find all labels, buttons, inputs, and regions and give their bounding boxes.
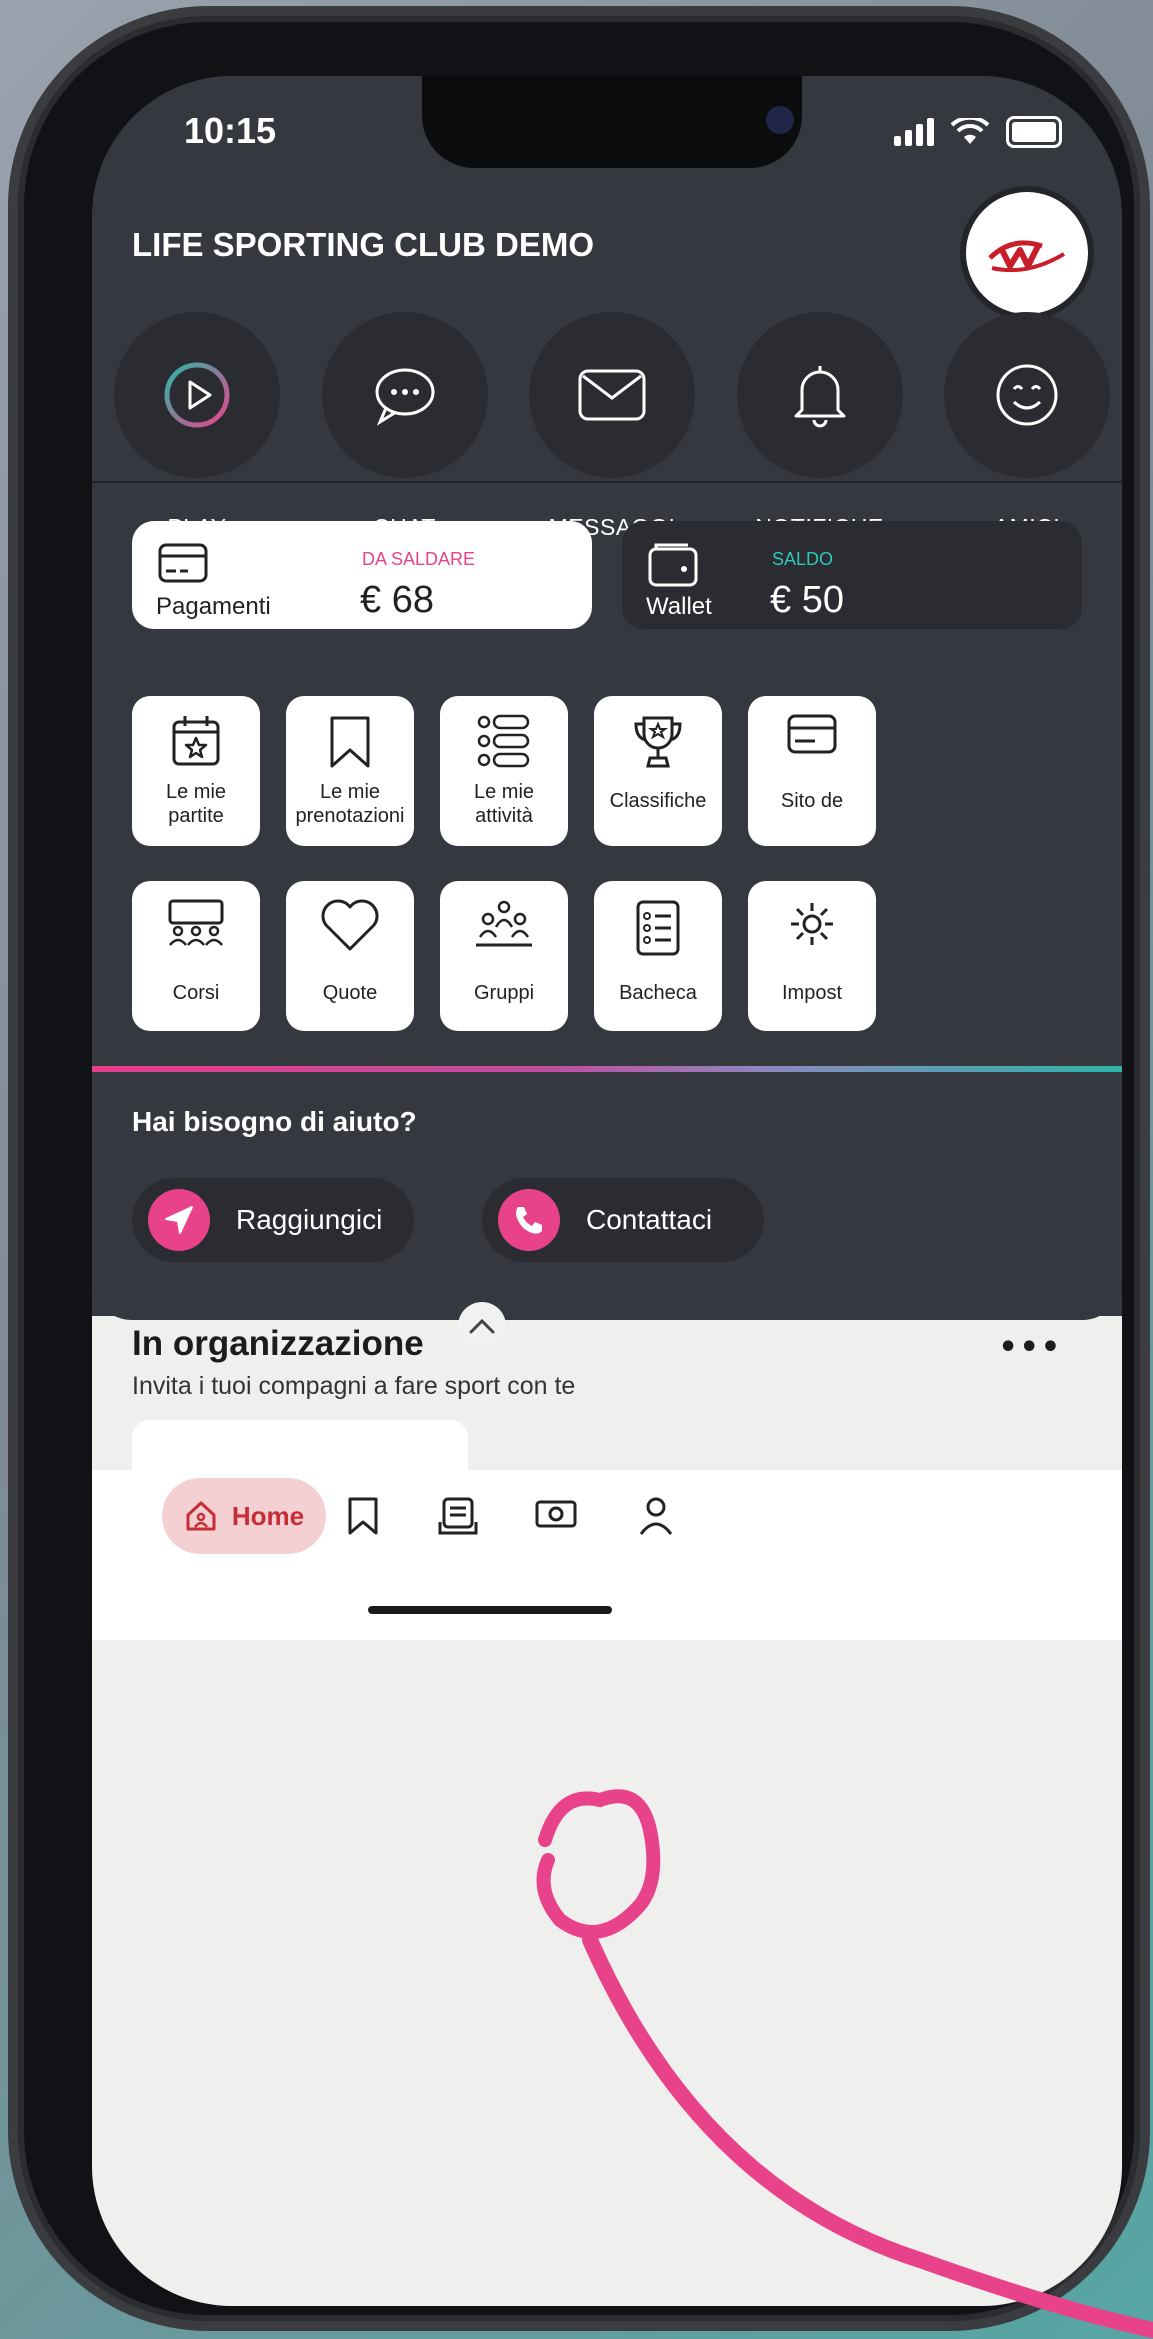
phone-frame: 10:15 LIFE SPORTING CLUB DEMO MESSAGGI P… (18, 16, 1140, 2321)
signal-icon (894, 118, 934, 146)
mail-icon (578, 369, 646, 421)
tile-rankings[interactable]: Classifiche (594, 696, 722, 846)
board-icon (636, 900, 680, 956)
tile-website-label: Sito de (780, 790, 844, 812)
group-icon (476, 900, 532, 947)
payments-amount: € 68 (360, 579, 434, 621)
navigation-arrow-icon (165, 1206, 193, 1234)
club-title: LIFE SPORTING CLUB DEMO (132, 226, 594, 263)
home-icon (186, 1501, 216, 1531)
chat-icon (375, 368, 434, 426)
tile-my-matches[interactable]: Le mie partite (132, 696, 260, 846)
calendar-star-icon (172, 716, 220, 766)
wallet-label: Wallet (646, 593, 712, 620)
header-divider (92, 481, 1122, 483)
card-icon (787, 714, 837, 754)
tiles-row-2: Corsi Quote Gruppi Bacheca Impost (132, 881, 1122, 1031)
payments-card[interactable]: Pagamenti DA SALDARE € 68 (132, 521, 592, 629)
nav-profile[interactable] (638, 1496, 674, 1540)
smile-icon (996, 364, 1058, 426)
bell-icon (794, 366, 845, 428)
status-icons (894, 116, 1062, 148)
tile-fees-label: Quote (322, 982, 378, 1004)
tiles-row-1: Le mie partite Le mie prenotazioni Le mi… (132, 696, 1122, 846)
wifi-icon (950, 118, 990, 144)
quick-messages[interactable]: MESSAGGI (527, 312, 697, 541)
payments-label: Pagamenti (156, 593, 271, 620)
tile-courses[interactable]: Corsi (132, 881, 260, 1031)
tile-groups[interactable]: Gruppi (440, 881, 568, 1031)
tile-website[interactable]: Sito de (748, 696, 876, 846)
section-title: In organizzazione (132, 1324, 424, 1363)
section-subtitle: Invita i tuoi compagni a fare sport con … (132, 1372, 576, 1400)
quick-play[interactable]: PLAY (112, 312, 282, 541)
cash-icon (535, 1500, 577, 1528)
home-indicator (368, 1606, 612, 1614)
more-options-button[interactable]: ••• (998, 1330, 1062, 1365)
nav-home[interactable]: Home (162, 1478, 326, 1554)
status-time: 10:15 (184, 110, 277, 151)
tile-my-activities-label: Le mie attività (473, 781, 535, 827)
quick-actions: PLAY CHAT M (112, 312, 1112, 541)
phone-icon (516, 1207, 542, 1234)
tile-my-activities[interactable]: Le mie attività (440, 696, 568, 846)
tile-fees[interactable]: Quote (286, 881, 414, 1031)
quick-notifications[interactable]: NOTIFICHE (735, 312, 905, 541)
tile-board[interactable]: Bacheca (594, 881, 722, 1031)
wallet-card[interactable]: Wallet SALDO € 50 (622, 521, 1082, 629)
tile-settings-label: Impost (781, 982, 843, 1004)
settings-icon (791, 903, 833, 945)
heart-icon (321, 899, 379, 951)
quick-chat[interactable]: CHAT (320, 312, 490, 541)
trophy-icon (634, 716, 682, 768)
club-logo[interactable] (960, 186, 1094, 320)
directions-label: Raggiungici (236, 1204, 383, 1235)
play-icon (164, 362, 230, 428)
bookmark-icon (330, 716, 370, 768)
user-icon (639, 1497, 673, 1535)
collapse-button[interactable] (458, 1302, 506, 1350)
tile-settings[interactable]: Impost (748, 881, 876, 1031)
contact-label: Contattaci (586, 1204, 713, 1235)
class-icon (168, 899, 224, 946)
help-title: Hai bisogno di aiuto? (132, 1106, 417, 1137)
tile-my-bookings[interactable]: Le mie prenotazioni (286, 696, 414, 846)
wallet-tag: SALDO (772, 549, 834, 569)
wallet-amount: € 50 (770, 579, 844, 621)
app-screen: 10:15 LIFE SPORTING CLUB DEMO MESSAGGI P… (92, 76, 1122, 2306)
credit-card-icon (158, 543, 208, 583)
tile-rankings-label: Classifiche (609, 790, 707, 812)
bookmark-icon (348, 1497, 378, 1535)
directions-button[interactable]: Raggiungici (132, 1178, 414, 1262)
wallet-icon (648, 543, 698, 587)
club-logo-icon (988, 240, 1066, 273)
accent-divider (92, 1066, 1122, 1072)
front-camera (766, 106, 794, 134)
nav-home-label: Home (231, 1500, 305, 1531)
tile-groups-label: Gruppi (473, 982, 535, 1004)
notch (422, 76, 802, 168)
payments-tag: DA SALDARE (362, 549, 476, 569)
battery-icon (1006, 116, 1062, 148)
list-icon (477, 714, 530, 768)
chevron-up-icon (469, 1318, 495, 1334)
nav-activities[interactable] (438, 1496, 478, 1540)
tile-board-label: Bacheca (619, 982, 697, 1004)
tile-courses-label: Corsi (172, 982, 220, 1004)
tile-my-bookings-label: Le mie prenotazioni (295, 781, 405, 827)
receipt-icon (438, 1497, 478, 1535)
quick-friends[interactable]: AMICI (942, 312, 1112, 541)
nav-bookings[interactable] (346, 1496, 380, 1540)
dark-panel-edge (92, 1276, 1122, 1320)
nav-payments[interactable] (534, 1496, 578, 1534)
contact-button[interactable]: Contattaci (482, 1178, 764, 1262)
tile-my-matches-label: Le mie partite (165, 781, 227, 827)
